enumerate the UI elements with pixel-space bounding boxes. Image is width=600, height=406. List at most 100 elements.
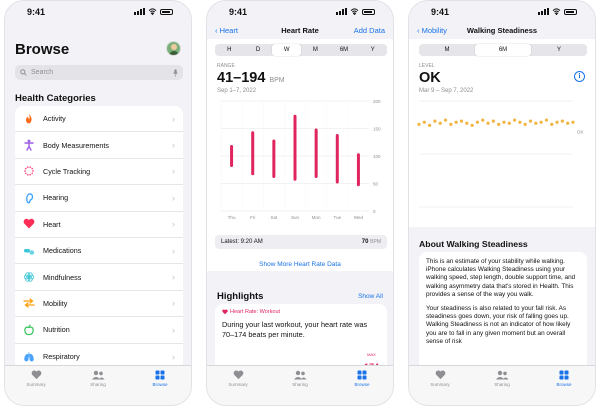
heart-rate-range-value: 41–194 BPM (217, 70, 285, 86)
category-cycle-tracking[interactable]: Cycle Tracking › (15, 159, 183, 186)
x-tick-label: Tue (333, 215, 341, 220)
segment-d[interactable]: D (244, 44, 273, 56)
data-point[interactable] (523, 122, 527, 126)
highlight-tag: Heart Rate: Workout (222, 309, 380, 315)
data-point[interactable] (428, 123, 432, 127)
category-heart[interactable]: Heart › (15, 212, 183, 238)
status-time: 9:41 (431, 7, 450, 17)
segment-m[interactable]: M (301, 44, 330, 56)
figure-icon (24, 139, 34, 151)
segment-6m[interactable]: 6M (475, 44, 531, 56)
tab-summary[interactable]: Summary (11, 370, 61, 405)
tab-browse[interactable]: Browse (539, 370, 589, 405)
segment-y[interactable]: Y (531, 44, 587, 56)
data-point[interactable] (566, 121, 570, 125)
data-point[interactable] (417, 122, 421, 126)
tab-browse[interactable]: Browse (135, 370, 185, 405)
data-point[interactable] (539, 120, 543, 124)
range-bar[interactable] (335, 134, 339, 184)
heart-rate-chart[interactable]: 0 50 100 150 200 Thu Fri Sat Sun Mon Tue Wed (207, 97, 394, 227)
category-nutrition[interactable]: Nutrition › (15, 317, 183, 344)
category-label: Heart (43, 219, 61, 229)
range-bar[interactable] (356, 153, 360, 187)
steadiness-chart[interactable]: OK (409, 97, 596, 217)
category-mindfulness[interactable]: Mindfulness › (15, 264, 183, 291)
data-point[interactable] (433, 119, 437, 123)
segment-w[interactable]: W (272, 44, 302, 56)
tab-summary[interactable]: Summary (415, 370, 465, 405)
data-point[interactable] (465, 121, 469, 125)
heart-rate-screen: 9:41 ‹ Heart Heart Rate Add Data H D W M 6M Y… (206, 0, 394, 406)
data-point[interactable] (475, 120, 480, 124)
heart-icon (435, 370, 445, 380)
data-point[interactable] (518, 120, 522, 124)
grid-icon (559, 370, 569, 380)
segment-m[interactable]: M (419, 44, 475, 56)
data-point[interactable] (555, 120, 559, 124)
data-point[interactable] (486, 121, 490, 125)
tab-sharing[interactable]: Sharing (477, 370, 527, 405)
pills-icon (24, 248, 35, 255)
data-point[interactable] (534, 121, 538, 125)
range-bar[interactable] (293, 114, 297, 181)
data-point[interactable] (550, 122, 554, 126)
segment-h[interactable]: H (215, 44, 244, 56)
highlight-card[interactable]: Heart Rate: Workout During your last wor… (215, 304, 387, 374)
about-paragraph: Your steadiness is also related to your … (426, 305, 571, 345)
avatar[interactable] (166, 41, 181, 56)
y-tick-label: 0 (373, 209, 376, 214)
data-point[interactable] (449, 122, 453, 126)
cycle-icon (24, 166, 34, 177)
show-all-link[interactable]: Show All (358, 293, 383, 300)
data-point[interactable] (507, 121, 511, 125)
category-label: Respiratory (43, 352, 80, 362)
navigation-bar: ‹ Heart Heart Rate Add Data (207, 25, 393, 39)
steadiness-value: OK (419, 70, 441, 86)
data-point[interactable] (491, 119, 495, 123)
data-point[interactable] (502, 120, 506, 124)
show-more-link[interactable]: Show More Heart Rate Data (207, 261, 393, 268)
date-range: Mar 9 – Sep 7, 2022 (419, 88, 474, 94)
data-point[interactable] (571, 120, 575, 124)
range-bar[interactable] (314, 128, 318, 179)
range-bar[interactable] (230, 145, 234, 167)
grid-icon (357, 370, 367, 380)
data-point[interactable] (459, 119, 464, 123)
data-point[interactable] (443, 118, 448, 122)
tab-sharing[interactable]: Sharing (275, 370, 325, 405)
category-activity[interactable]: Activity › (15, 106, 183, 133)
search-input[interactable]: Search (15, 65, 183, 80)
chevron-right-icon: › (172, 192, 175, 203)
data-point[interactable] (481, 118, 485, 122)
data-point[interactable] (470, 123, 474, 127)
category-body-measurements[interactable]: Body Measurements › (15, 132, 183, 159)
range-bar[interactable] (251, 131, 255, 176)
add-data-button[interactable]: Add Data (354, 26, 385, 35)
microphone-icon[interactable] (173, 68, 178, 77)
wifi-icon (552, 8, 561, 15)
data-point[interactable] (454, 120, 458, 124)
data-point[interactable] (497, 122, 501, 126)
tab-browse[interactable]: Browse (337, 370, 387, 405)
x-tick-label: Mon (312, 215, 321, 220)
category-hearing[interactable]: Hearing › (15, 185, 183, 212)
category-label: Hearing (43, 193, 69, 203)
flame-icon (26, 113, 32, 124)
data-point[interactable] (438, 121, 442, 125)
tab-summary[interactable]: Summary (213, 370, 263, 405)
category-medications[interactable]: Medications › (15, 238, 183, 265)
browse-screen: 9:41 Browse Search Health Categories Act… (4, 0, 192, 406)
category-mobility[interactable]: Mobility › (15, 291, 183, 318)
data-point[interactable] (512, 118, 517, 122)
segment-y[interactable]: Y (358, 44, 387, 56)
data-point[interactable] (422, 120, 426, 124)
info-icon[interactable]: i (574, 71, 585, 82)
status-time: 9:41 (27, 7, 46, 17)
segment-6m[interactable]: 6M (330, 44, 359, 56)
latest-reading: Latest: 9:20 AM 70 BPM (215, 235, 387, 249)
data-point[interactable] (528, 119, 533, 123)
tab-sharing[interactable]: Sharing (73, 370, 123, 405)
data-point[interactable] (544, 118, 549, 122)
data-point[interactable] (560, 119, 564, 123)
range-bar[interactable] (272, 139, 276, 179)
